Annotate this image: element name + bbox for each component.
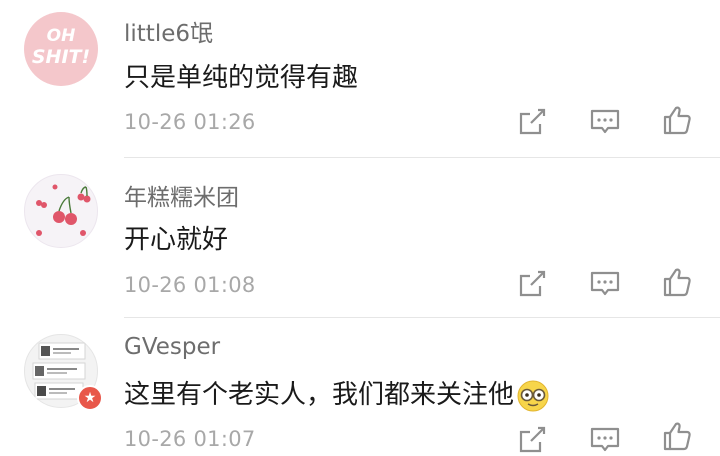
comment-time: 10-26 01:07 bbox=[124, 427, 256, 451]
comment-item: 年糕糯米团 开心就好 10-26 01:08 bbox=[0, 158, 720, 318]
nerd-face-emoji-icon bbox=[517, 380, 549, 411]
comment-item: ★ GVesper 这里有个老实人，我们都来关注他 10-26 01:07 bbox=[0, 318, 720, 453]
comment-content: 开心就好 bbox=[124, 225, 229, 255]
share-icon[interactable] bbox=[516, 268, 548, 300]
avatar[interactable]: ★ bbox=[24, 334, 103, 411]
avatar-text: SHIT! bbox=[31, 46, 91, 68]
avatar-text: OH bbox=[46, 26, 76, 46]
like-icon[interactable] bbox=[661, 104, 693, 136]
cherry-pattern-icon bbox=[36, 184, 91, 236]
reply-icon[interactable] bbox=[589, 106, 621, 138]
comment-text: 这里有个老实人，我们都来关注他 bbox=[124, 380, 515, 410]
avatar[interactable]: OH SHIT! bbox=[24, 12, 98, 86]
comment-content: 这里有个老实人，我们都来关注他 bbox=[124, 374, 550, 413]
comment-time: 10-26 01:08 bbox=[124, 273, 256, 297]
reply-icon[interactable] bbox=[589, 268, 621, 300]
avatar[interactable] bbox=[24, 174, 98, 248]
share-icon[interactable] bbox=[516, 424, 548, 456]
comment-content: 只是单纯的觉得有趣 bbox=[124, 63, 359, 93]
verified-badge: ★ bbox=[77, 385, 103, 411]
like-icon[interactable] bbox=[661, 420, 693, 452]
reply-icon[interactable] bbox=[589, 424, 621, 456]
share-icon[interactable] bbox=[516, 106, 548, 138]
comment-username[interactable]: little6氓 bbox=[124, 14, 213, 48]
comment-username[interactable]: 年糕糯米团 bbox=[124, 178, 239, 212]
comment-item: OH SHIT! little6氓 只是单纯的觉得有趣 10-26 01:26 bbox=[0, 0, 720, 158]
like-icon[interactable] bbox=[661, 266, 693, 298]
comment-time: 10-26 01:26 bbox=[124, 110, 256, 134]
comment-username[interactable]: GVesper bbox=[124, 334, 220, 360]
